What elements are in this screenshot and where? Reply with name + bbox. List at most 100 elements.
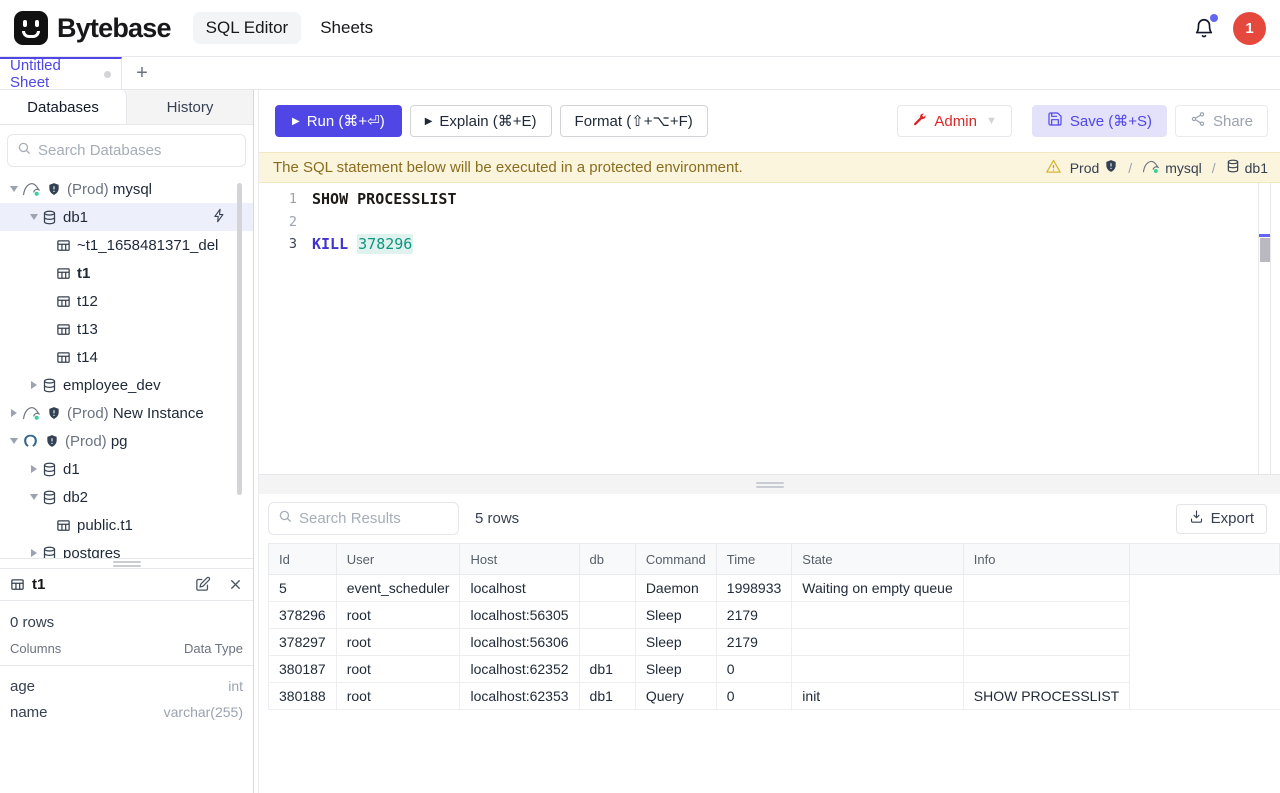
sheet-tab-label: Untitled Sheet bbox=[10, 57, 95, 91]
postgres-icon bbox=[22, 433, 39, 450]
tree-item-label: db2 bbox=[63, 489, 88, 506]
sidebar-scrollbar[interactable] bbox=[237, 183, 242, 495]
tree-item-label: t1 bbox=[77, 265, 90, 282]
sidebar-resize-handle[interactable] bbox=[0, 558, 253, 568]
result-row: 380188rootlocalhost:62353db1Query0initSH… bbox=[269, 683, 1280, 710]
nav-sql-editor[interactable]: SQL Editor bbox=[193, 12, 302, 44]
sql-editor[interactable]: 1SHOW PROCESSLIST23KILL 378296 bbox=[259, 183, 1280, 474]
line-number: 1 bbox=[259, 191, 305, 207]
result-cell: 0 bbox=[716, 683, 792, 710]
caret-down-icon[interactable] bbox=[26, 494, 42, 500]
results-search-input[interactable] bbox=[299, 510, 449, 527]
bolt-icon[interactable] bbox=[212, 208, 227, 227]
tree-item-db1[interactable]: db1 bbox=[0, 203, 253, 231]
breadcrumb-instance[interactable]: mysql bbox=[1142, 159, 1202, 177]
result-cell: 380187 bbox=[269, 656, 337, 683]
caret-down-icon[interactable] bbox=[26, 214, 42, 220]
unsaved-indicator-dot bbox=[104, 71, 111, 78]
top-nav: SQL Editor Sheets bbox=[193, 12, 386, 44]
schema-row-count: 0 rows bbox=[0, 601, 253, 631]
export-button[interactable]: Export bbox=[1176, 504, 1267, 534]
results-resize-handle[interactable] bbox=[259, 474, 1280, 494]
tree-item-t13[interactable]: t13 bbox=[0, 315, 253, 343]
table-schema-panel: t1 0 rows Columns Data Type ageintnameva… bbox=[0, 568, 253, 793]
notification-bell-icon[interactable] bbox=[1193, 17, 1215, 39]
caret-right-icon[interactable] bbox=[26, 465, 42, 473]
format-button[interactable]: Format (⇧+⌥+F) bbox=[560, 105, 708, 137]
caret-right-icon[interactable] bbox=[6, 409, 22, 417]
tree-item--t1-1658481371-del[interactable]: ~t1_1658481371_del bbox=[0, 231, 253, 259]
avatar[interactable]: 1 bbox=[1233, 12, 1266, 45]
admin-mode-button[interactable]: Admin ▼ bbox=[897, 105, 1011, 137]
result-cell: root bbox=[336, 656, 460, 683]
caret-right-icon[interactable] bbox=[26, 381, 42, 389]
search-icon bbox=[17, 141, 31, 160]
nav-sheets[interactable]: Sheets bbox=[307, 12, 386, 44]
database-search-input[interactable] bbox=[38, 142, 236, 159]
tab-databases[interactable]: Databases bbox=[0, 90, 127, 124]
tree-item-t12[interactable]: t12 bbox=[0, 287, 253, 315]
caret-down-icon[interactable] bbox=[6, 186, 22, 192]
tree-item-t14[interactable]: t14 bbox=[0, 343, 253, 371]
result-cell bbox=[579, 575, 635, 602]
result-cell: localhost:62353 bbox=[460, 683, 579, 710]
code-line[interactable]: 1SHOW PROCESSLIST bbox=[259, 188, 1280, 211]
result-cell: init bbox=[792, 683, 963, 710]
editor-scrollbar[interactable] bbox=[1258, 183, 1271, 474]
table-icon bbox=[56, 350, 71, 365]
result-cell: 2179 bbox=[716, 629, 792, 656]
result-cell: Query bbox=[635, 683, 716, 710]
shield-exclamation-icon bbox=[47, 182, 61, 196]
tree-item-db2[interactable]: db2 bbox=[0, 483, 253, 511]
breadcrumb-environment[interactable]: Prod bbox=[1070, 159, 1119, 176]
breadcrumb-database[interactable]: db1 bbox=[1226, 159, 1268, 176]
result-filler-area bbox=[1130, 575, 1280, 710]
result-row: 378297rootlocalhost:56306Sleep2179 bbox=[269, 629, 1280, 656]
caret-down-icon[interactable] bbox=[6, 438, 22, 444]
run-button[interactable]: ▶ Run (⌘+⏎) bbox=[275, 105, 402, 137]
save-button[interactable]: Save (⌘+S) bbox=[1032, 105, 1167, 137]
tree-item-t1[interactable]: t1 bbox=[0, 259, 253, 287]
result-cell bbox=[579, 629, 635, 656]
tree-item-label: t14 bbox=[77, 349, 98, 366]
tree-item-label: ~t1_1658481371_del bbox=[77, 237, 218, 254]
result-cell bbox=[963, 629, 1129, 656]
edit-schema-icon[interactable] bbox=[194, 576, 211, 593]
tab-untitled-sheet[interactable]: Untitled Sheet bbox=[0, 57, 122, 89]
result-cell: root bbox=[336, 683, 460, 710]
explain-button[interactable]: ▶ Explain (⌘+E) bbox=[410, 105, 552, 137]
overview-ruler-mark bbox=[1259, 234, 1270, 237]
column-header-info: Info bbox=[963, 544, 1129, 575]
tree-item-label: t12 bbox=[77, 293, 98, 310]
share-button[interactable]: Share bbox=[1175, 105, 1268, 137]
database-icon bbox=[42, 462, 57, 477]
warning-triangle-icon bbox=[1045, 158, 1062, 178]
download-icon bbox=[1189, 509, 1204, 528]
database-icon bbox=[1226, 159, 1240, 176]
mysql-icon bbox=[22, 181, 41, 197]
result-cell: 2179 bbox=[716, 602, 792, 629]
tree-item-pg[interactable]: (Prod) pg bbox=[0, 427, 253, 455]
new-sheet-button[interactable]: + bbox=[122, 57, 162, 89]
caret-right-icon[interactable] bbox=[26, 549, 42, 557]
play-icon: ▶ bbox=[425, 116, 433, 127]
result-cell: localhost:62352 bbox=[460, 656, 579, 683]
tree-item-postgres[interactable]: postgres bbox=[0, 539, 253, 558]
tree-item-employee-dev[interactable]: employee_dev bbox=[0, 371, 253, 399]
tab-history[interactable]: History bbox=[127, 90, 253, 124]
results-panel: 5 rows Export IdUserHostdbCommandTimeSta… bbox=[259, 494, 1280, 793]
result-cell bbox=[792, 602, 963, 629]
tree-item-d1[interactable]: d1 bbox=[0, 455, 253, 483]
schema-table-name: t1 bbox=[32, 576, 177, 593]
schema-type-header: Data Type bbox=[184, 641, 243, 656]
tree-item-mysql[interactable]: (Prod) mysql bbox=[0, 175, 253, 203]
code-line[interactable]: 3KILL 378296 bbox=[259, 233, 1280, 256]
tree-item-public-t1[interactable]: public.t1 bbox=[0, 511, 253, 539]
code-line[interactable]: 2 bbox=[259, 211, 1280, 234]
schema-column-row: ageint bbox=[0, 672, 253, 698]
result-cell: localhost bbox=[460, 575, 579, 602]
tree-item-new-instance[interactable]: (Prod) New Instance bbox=[0, 399, 253, 427]
database-search-box bbox=[7, 134, 246, 167]
editor-scrollbar-thumb[interactable] bbox=[1260, 238, 1270, 262]
close-icon[interactable] bbox=[228, 577, 243, 592]
